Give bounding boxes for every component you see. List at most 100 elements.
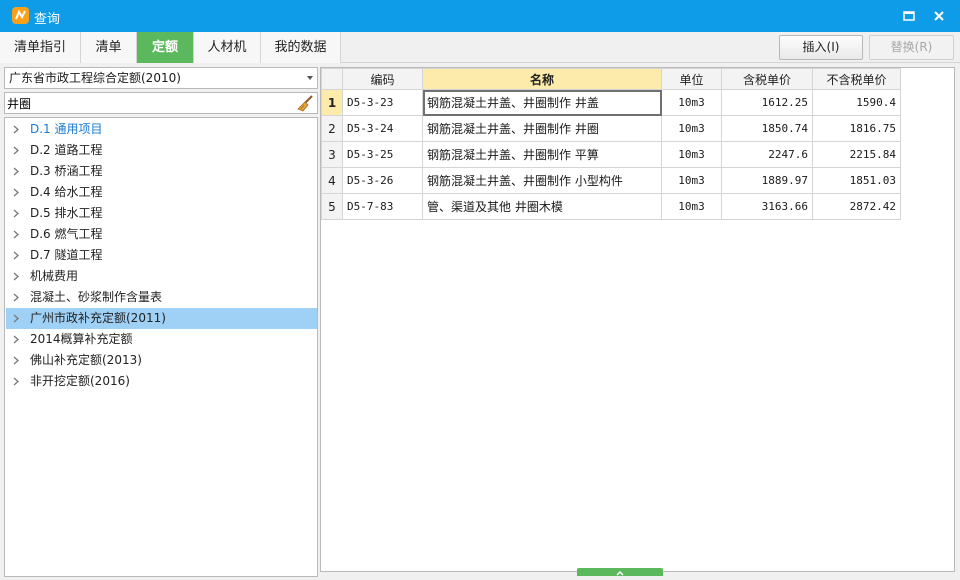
tab-quota[interactable]: 定额 [137, 32, 194, 63]
tab-labor-material-machine[interactable]: 人材机 [194, 32, 261, 63]
chevron-right-icon [13, 356, 19, 365]
cell-name[interactable]: 钢筋混凝土井盖、井圈制作 平箅 [422, 141, 662, 168]
chevron-right-icon [13, 377, 19, 386]
cell-name[interactable]: 钢筋混凝土井盖、井圈制作 小型构件 [422, 167, 662, 194]
cell-unit[interactable]: 10m3 [661, 167, 722, 194]
tree-item[interactable]: 混凝土、砂浆制作含量表 [6, 287, 317, 308]
cell-code[interactable]: D5-3-26 [342, 167, 423, 194]
chevron-down-icon [307, 76, 313, 80]
row-number: 4 [321, 167, 343, 194]
tree-item[interactable]: 佛山补充定额(2013) [6, 350, 317, 371]
app-logo-icon [12, 7, 29, 24]
column-header-price-tax[interactable]: 含税单价 [721, 68, 813, 90]
tree-item-label: D.7 隧道工程 [30, 248, 103, 262]
tree-item[interactable]: 2014概算补充定额 [6, 329, 317, 350]
window-title: 查询 [34, 12, 61, 27]
row-number: 2 [321, 115, 343, 142]
cell-unit[interactable]: 10m3 [661, 141, 722, 168]
tree-item[interactable]: D.4 给水工程 [6, 182, 317, 203]
category-tree: D.1 通用项目 D.2 道路工程 D.3 桥涵工程 D.4 给水工程 D.5 … [4, 117, 318, 577]
tree-item-label: D.5 排水工程 [30, 206, 103, 220]
table-row[interactable]: 1 D5-3-23 钢筋混凝土井盖、井圈制作 井盖 10m3 1612.25 1… [321, 89, 901, 116]
tree-item-label: D.6 燃气工程 [30, 227, 103, 241]
cell-unit[interactable]: 10m3 [661, 115, 722, 142]
tree-item[interactable]: 机械费用 [6, 266, 317, 287]
clear-broom-icon[interactable] [297, 94, 315, 112]
cell-name[interactable]: 钢筋混凝土井盖、井圈制作 井圈 [422, 115, 662, 142]
cell-code[interactable]: D5-3-24 [342, 115, 423, 142]
cell-price-tax[interactable]: 1612.25 [721, 89, 813, 116]
tree-item[interactable]: D.3 桥涵工程 [6, 161, 317, 182]
chevron-right-icon [13, 209, 19, 218]
chevron-right-icon [13, 125, 19, 134]
title-bar: 查询 [0, 0, 960, 32]
tree-item-label: 非开挖定额(2016) [30, 374, 130, 388]
table-row[interactable]: 5 D5-7-83 管、渠道及其他 井圈木模 10m3 3163.66 2872… [321, 193, 901, 220]
chevron-right-icon [13, 230, 19, 239]
search-field[interactable] [4, 92, 318, 114]
column-header-code[interactable]: 编码 [342, 68, 423, 90]
tree-item-label: 混凝土、砂浆制作含量表 [30, 290, 163, 304]
cell-price-notax[interactable]: 2215.84 [812, 141, 901, 168]
cell-code[interactable]: D5-7-83 [342, 193, 423, 220]
row-number: 1 [321, 89, 343, 116]
cell-price-notax[interactable]: 2872.42 [812, 193, 901, 220]
tree-item-label: D.4 给水工程 [30, 185, 103, 199]
left-panel: 广东省市政工程综合定额(2010) D.1 通用项目 D.2 道路工程 D.3 … [4, 67, 318, 577]
replace-button[interactable]: 替换(R) [869, 35, 954, 60]
cell-price-tax[interactable]: 1889.97 [721, 167, 813, 194]
tree-item[interactable]: D.7 隧道工程 [6, 245, 317, 266]
chevron-right-icon [13, 251, 19, 260]
tree-item[interactable]: D.5 排水工程 [6, 203, 317, 224]
tree-item-label: 2014概算补充定额 [30, 332, 133, 346]
maximize-icon[interactable] [899, 6, 919, 26]
row-number: 5 [321, 193, 343, 220]
tree-item-label: D.3 桥涵工程 [30, 164, 103, 178]
table-row[interactable]: 3 D5-3-25 钢筋混凝土井盖、井圈制作 平箅 10m3 2247.6 22… [321, 141, 901, 168]
insert-button[interactable]: 插入(I) [779, 35, 863, 60]
tree-item[interactable]: D.6 燃气工程 [6, 224, 317, 245]
chevron-right-icon [13, 293, 19, 302]
cell-price-notax[interactable]: 1816.75 [812, 115, 901, 142]
cell-code[interactable]: D5-3-25 [342, 141, 423, 168]
row-number: 3 [321, 141, 343, 168]
cell-name[interactable]: 管、渠道及其他 井圈木模 [422, 193, 662, 220]
tree-item[interactable]: D.2 道路工程 [6, 140, 317, 161]
close-icon[interactable] [929, 6, 949, 26]
tree-item-label: 广州市政补充定额(2011) [30, 311, 166, 325]
cell-price-tax[interactable]: 1850.74 [721, 115, 813, 142]
tree-item-label: D.2 道路工程 [30, 143, 103, 157]
tab-bar: 清单指引 清单 定额 人材机 我的数据 插入(I) 替换(R) [0, 32, 960, 63]
cell-code[interactable]: D5-3-23 [342, 89, 423, 116]
tree-item[interactable]: 非开挖定额(2016) [6, 371, 317, 392]
column-header-name[interactable]: 名称 [422, 68, 662, 90]
results-panel: 编码 名称 单位 含税单价 不含税单价 1 D5-3-23 钢筋混凝土井盖、井圈… [320, 67, 955, 572]
table-header-row: 编码 名称 单位 含税单价 不含税单价 [321, 68, 901, 90]
cell-price-notax[interactable]: 1851.03 [812, 167, 901, 194]
chevron-right-icon [13, 335, 19, 344]
tree-item-selected[interactable]: 广州市政补充定额(2011) [6, 308, 317, 329]
cell-price-tax[interactable]: 3163.66 [721, 193, 813, 220]
search-input[interactable] [7, 94, 287, 112]
cell-unit[interactable]: 10m3 [661, 193, 722, 220]
results-table: 编码 名称 单位 含税单价 不含税单价 1 D5-3-23 钢筋混凝土井盖、井圈… [321, 68, 901, 220]
tab-bill[interactable]: 清单 [81, 32, 137, 63]
tab-my-data[interactable]: 我的数据 [261, 32, 341, 63]
table-row[interactable]: 2 D5-3-24 钢筋混凝土井盖、井圈制作 井圈 10m3 1850.74 1… [321, 115, 901, 142]
cell-price-tax[interactable]: 2247.6 [721, 141, 813, 168]
library-select-value: 广东省市政工程综合定额(2010) [9, 71, 181, 85]
table-row[interactable]: 4 D5-3-26 钢筋混凝土井盖、井圈制作 小型构件 10m3 1889.97… [321, 167, 901, 194]
library-select[interactable]: 广东省市政工程综合定额(2010) [4, 67, 318, 89]
tree-item[interactable]: D.1 通用项目 [6, 119, 317, 140]
tree-item-label: D.1 通用项目 [30, 122, 103, 136]
cell-price-notax[interactable]: 1590.4 [812, 89, 901, 116]
cell-name[interactable]: 钢筋混凝土井盖、井圈制作 井盖 [422, 89, 662, 116]
cell-unit[interactable]: 10m3 [661, 89, 722, 116]
panel-collapse-handle[interactable] [577, 568, 663, 576]
column-header-unit[interactable]: 单位 [661, 68, 722, 90]
tree-item-label: 佛山补充定额(2013) [30, 353, 142, 367]
chevron-right-icon [13, 188, 19, 197]
chevron-up-icon [616, 570, 624, 576]
tab-bill-guide[interactable]: 清单指引 [0, 32, 81, 63]
column-header-price-notax[interactable]: 不含税单价 [812, 68, 901, 90]
